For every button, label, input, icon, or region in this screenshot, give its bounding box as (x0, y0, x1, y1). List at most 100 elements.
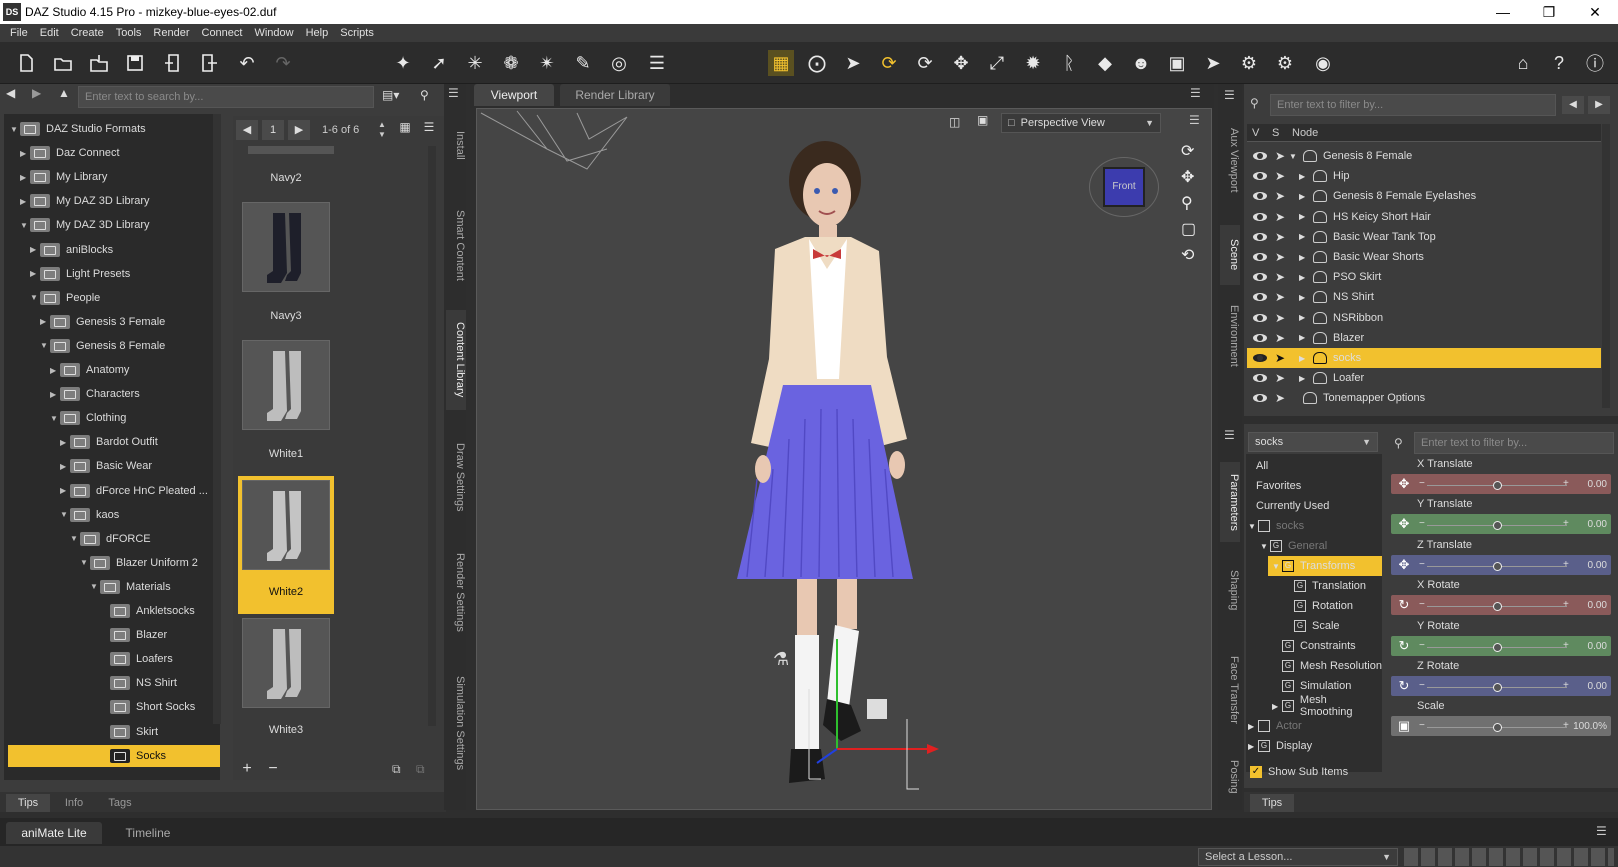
tree-item[interactable]: ▼ DAZ Studio Formats (10, 118, 210, 140)
property-group-item[interactable]: ▼ G Transforms (1268, 556, 1382, 576)
scene-node-row[interactable]: ➤ ▶ Blazer (1247, 328, 1601, 348)
visibility-eye-icon[interactable] (1253, 192, 1267, 201)
expand-right-icon[interactable]: ▶ (60, 438, 70, 447)
joint-editor-icon[interactable]: ✹ (1020, 50, 1046, 76)
tree-item[interactable]: ▶ Bardot Outfit (60, 431, 210, 453)
property-group-item[interactable]: G Constraints (1244, 636, 1382, 656)
expand-icon[interactable]: ▶ (1299, 273, 1309, 282)
slider-knob[interactable] (1493, 683, 1502, 692)
expand-icon[interactable]: ▶ (1299, 293, 1309, 302)
icon-view-icon[interactable]: ▦ (395, 120, 415, 140)
visibility-eye-icon[interactable] (1253, 232, 1267, 241)
expand-down-icon[interactable]: ▼ (50, 414, 60, 423)
undo-icon[interactable]: ↶ (234, 50, 260, 76)
tree-scrollbar[interactable] (213, 114, 221, 724)
tree-item[interactable]: ▼ Materials (90, 576, 210, 598)
group-expand-icon[interactable]: ▼ (1260, 542, 1270, 551)
group-expand-icon[interactable]: ▶ (1248, 742, 1258, 751)
selectable-pointer-icon[interactable]: ➤ (1275, 331, 1289, 345)
expand-icon[interactable]: ▶ (1299, 333, 1309, 342)
decrement-icon[interactable]: − (1419, 518, 1425, 529)
tree-item[interactable]: ▶ dForce HnC Pleated ... (60, 480, 210, 502)
scene-scrollbar[interactable] (1602, 124, 1610, 408)
decrement-icon[interactable]: − (1419, 720, 1425, 731)
tab-tags[interactable]: Tags (98, 794, 142, 812)
increment-icon[interactable]: + (1563, 720, 1569, 731)
tree-item[interactable]: ▼ People (30, 287, 210, 309)
tab-render-library[interactable]: Render Library (560, 84, 670, 106)
menu-help[interactable]: Help (300, 27, 335, 39)
minimize-icon[interactable]: — (1480, 0, 1526, 24)
paste-icon[interactable]: ⧉ (416, 762, 434, 780)
tree-item[interactable]: ▶ aniBlocks (30, 239, 210, 261)
pose-tool-icon[interactable]: ➚ (426, 50, 452, 76)
tree-item[interactable]: ▶ My Library (20, 166, 210, 188)
list-view-icon[interactable]: ☰ (419, 120, 439, 140)
parameter-slider[interactable]: Z Translate ✥ − +0.00 (1391, 539, 1615, 577)
thumb-white3[interactable] (242, 618, 330, 708)
selectable-pointer-icon[interactable]: ➤ (1275, 169, 1289, 183)
expand-icon[interactable]: ▶ (1299, 172, 1309, 181)
expand-icon[interactable]: ▶ (1299, 212, 1309, 221)
menu-window[interactable]: Window (248, 27, 299, 39)
geometry-editor-icon[interactable]: ᚱ (1056, 50, 1082, 76)
tip-tool-icon[interactable]: ➤ (1200, 50, 1226, 76)
scale-tool-icon[interactable]: ⤢ (984, 50, 1010, 76)
increment-icon[interactable]: + (1563, 559, 1569, 570)
tree-item[interactable]: Loafers (100, 648, 210, 670)
header-selectable[interactable]: S (1272, 127, 1279, 139)
selectable-pointer-icon[interactable]: ➤ (1275, 250, 1289, 264)
params-tab-tips[interactable]: Tips (1250, 794, 1294, 812)
tab-animate-lite[interactable]: aniMate Lite (6, 822, 102, 844)
tree-item[interactable]: Skirt (100, 721, 210, 743)
tree-item[interactable]: ▶ Light Presets (30, 263, 210, 285)
slider-knob[interactable] (1493, 561, 1502, 571)
render-camera-icon[interactable]: ◉ (1310, 50, 1336, 76)
property-group-item[interactable]: ▶ Actor (1244, 716, 1382, 736)
visibility-eye-icon[interactable] (1253, 212, 1267, 221)
expand-right-icon[interactable]: ▶ (60, 462, 70, 471)
scene-node-row[interactable]: ➤ ▶ PSO Skirt (1247, 267, 1601, 287)
tree-item[interactable]: ▶ Genesis 3 Female (40, 311, 210, 333)
scene-next-icon[interactable]: ▶ (1588, 96, 1610, 114)
group-expand-icon[interactable]: ▶ (1272, 702, 1282, 711)
property-group-item[interactable]: G Rotation (1244, 596, 1382, 616)
expand-right-icon[interactable]: ▶ (50, 390, 60, 399)
property-group-item[interactable]: G Mesh Resolution (1244, 656, 1382, 676)
expand-right-icon[interactable]: ▶ (20, 197, 30, 206)
expand-right-icon[interactable]: ▶ (30, 245, 40, 254)
menu-create[interactable]: Create (65, 27, 110, 39)
panel-menu-icon[interactable]: ☰ (448, 86, 459, 100)
visibility-eye-icon[interactable] (1253, 293, 1267, 302)
universal-tool-icon[interactable]: ⨀ (804, 50, 830, 76)
scene-node-row[interactable]: ➤ Tonemapper Options (1247, 388, 1601, 408)
tree-item[interactable]: ▼ Blazer Uniform 2 (80, 552, 210, 574)
property-group-item[interactable]: ▶ G Mesh Smoothing (1244, 694, 1382, 718)
group-expand-icon[interactable]: ▶ (1248, 722, 1258, 731)
side-tab-simulation-settings[interactable]: Simulation Settings (446, 668, 466, 778)
content-search-input[interactable]: Enter text to search by... (78, 86, 374, 108)
tree-item[interactable]: ▶ Anatomy (50, 359, 210, 381)
slider-value[interactable]: 100.0% (1573, 721, 1607, 732)
thumb-navy3[interactable] (242, 202, 330, 292)
render-settings-icon[interactable]: ⚙ (1236, 50, 1262, 76)
property-group-item[interactable]: G Simulation (1244, 676, 1382, 696)
expand-icon[interactable]: ▶ (1299, 232, 1309, 241)
scene-node-row[interactable]: ➤ ▶ socks (1247, 348, 1601, 368)
group-expand-icon[interactable]: ▼ (1248, 522, 1258, 531)
expand-down-icon[interactable]: ▼ (10, 125, 20, 134)
decrement-icon[interactable]: − (1419, 478, 1425, 489)
expand-icon[interactable]: ▶ (1299, 313, 1309, 322)
params-menu-icon[interactable]: ☰ (1224, 428, 1235, 442)
help-query-icon[interactable]: ? (1546, 50, 1572, 76)
selectable-pointer-icon[interactable]: ➤ (1275, 189, 1289, 203)
tree-item[interactable]: ▼ kaos (60, 504, 210, 526)
side-tab-aux-viewport[interactable]: Aux Viewport (1220, 120, 1240, 200)
viewport-canvas[interactable]: ⚗ ◫ ▣ □ Perspective View ▼ ☰ Front ⟳ ✥ ⚲… (476, 108, 1212, 810)
group-expand-icon[interactable]: ▼ (1272, 562, 1282, 571)
thumb-white1[interactable] (242, 340, 330, 430)
parameter-slider[interactable]: Y Rotate ↻ − +0.00 (1391, 620, 1615, 658)
tree-item[interactable]: ▼ dFORCE (70, 528, 210, 550)
side-tab-scene[interactable]: Scene (1220, 225, 1240, 285)
forward-arrow-icon[interactable]: ▶ (32, 86, 52, 106)
